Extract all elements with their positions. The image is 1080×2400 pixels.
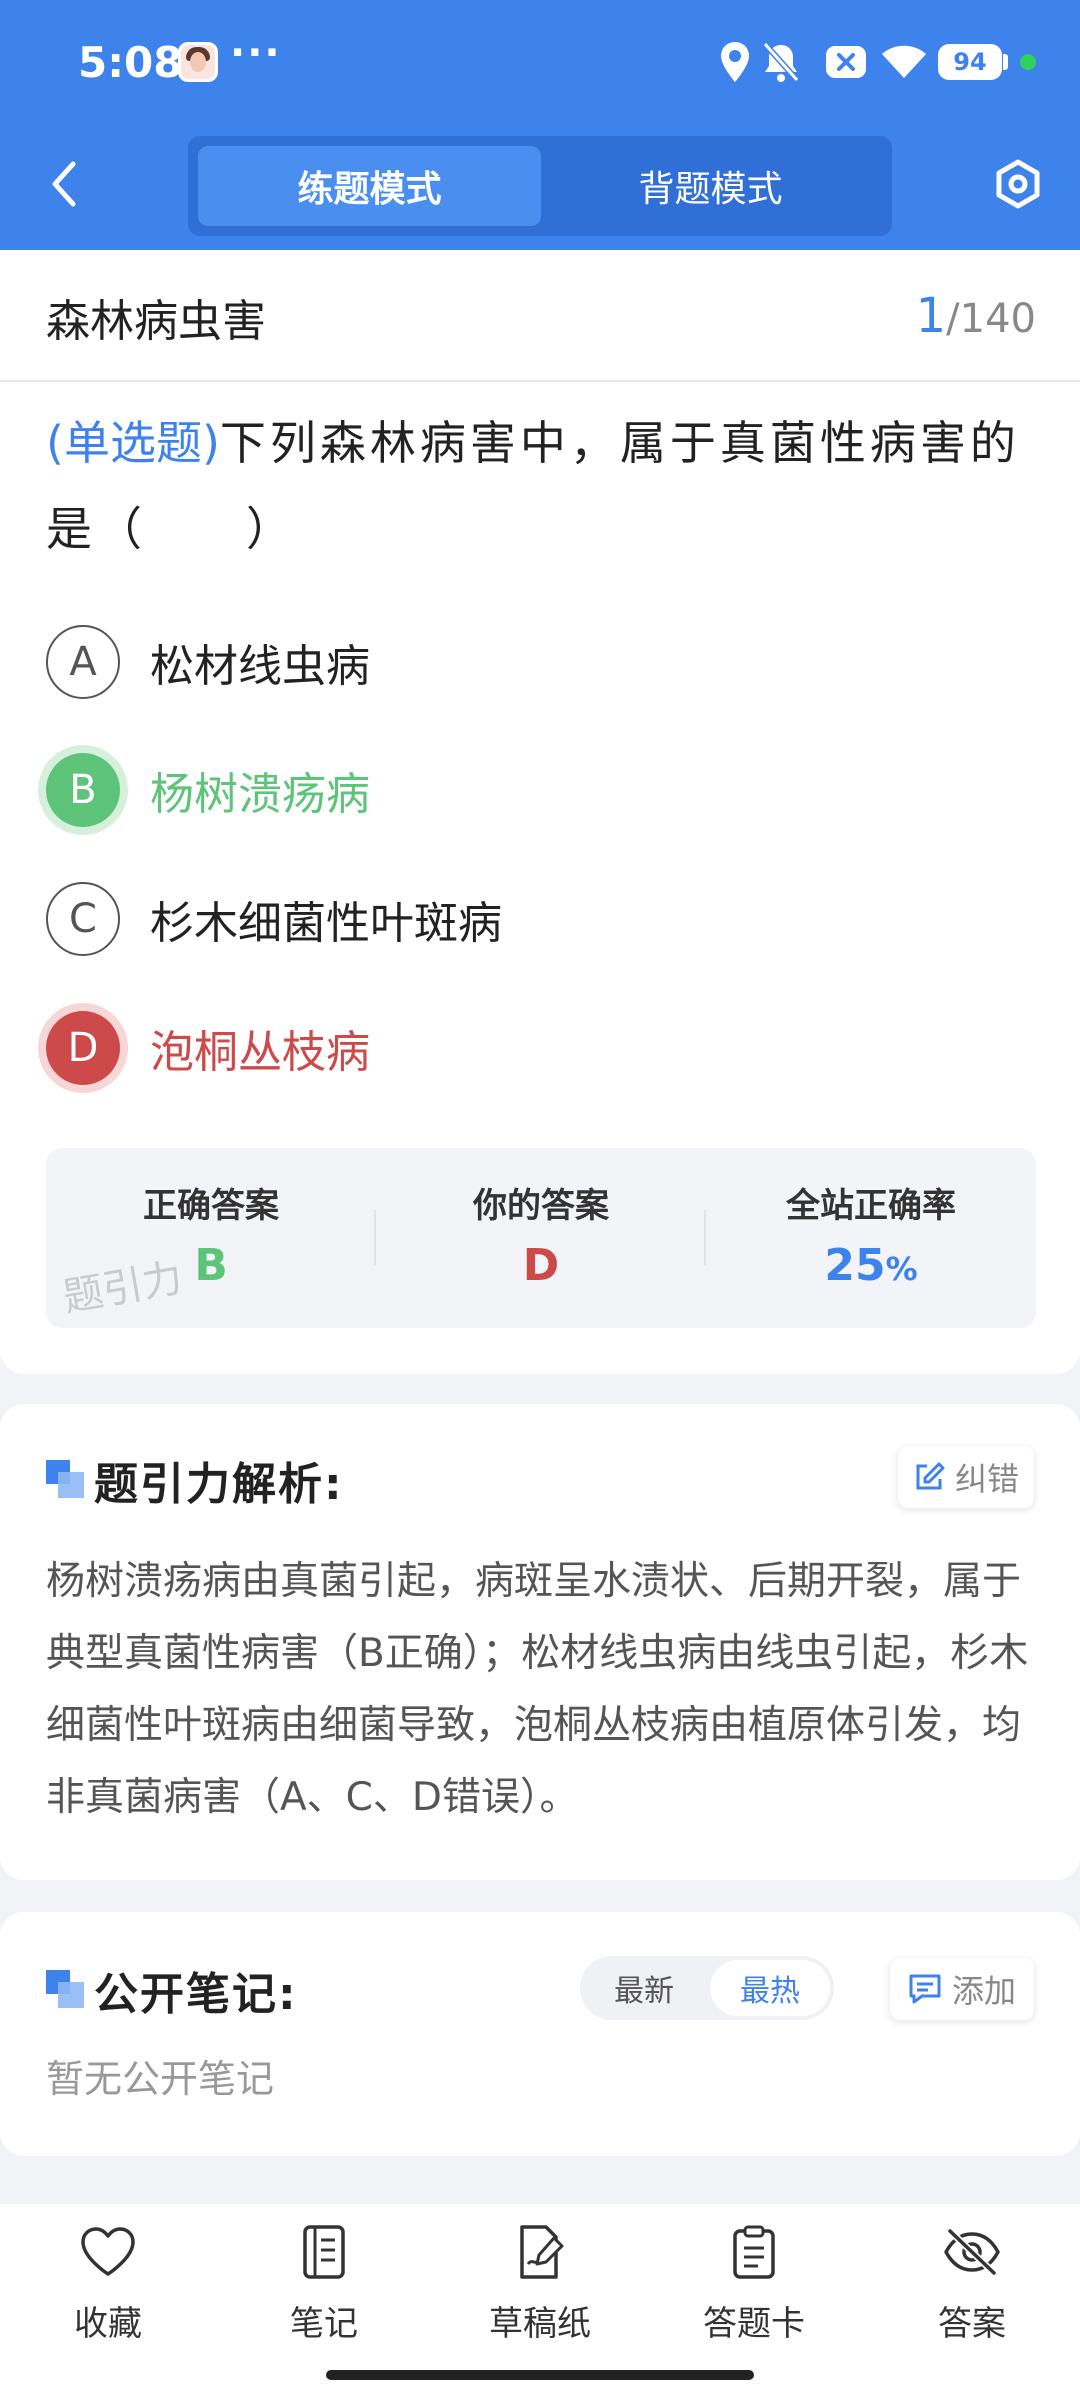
option-a[interactable]: A 松材线虫病 bbox=[42, 617, 370, 707]
progress-current: 1 bbox=[915, 288, 947, 344]
add-note-button[interactable]: 添加 bbox=[890, 1958, 1034, 2020]
sort-latest-button[interactable]: 最新 bbox=[584, 1960, 704, 2016]
question-type-tag: (单选题) bbox=[46, 416, 220, 470]
report-error-label: 纠错 bbox=[954, 1460, 1019, 1498]
nav-answer-card[interactable]: 答题卡 bbox=[674, 2220, 834, 2350]
your-answer-value: D bbox=[522, 1240, 560, 1291]
header-bar: 5:08 ··· 94 练题模式 背题模式 bbox=[0, 0, 1080, 250]
settings-button[interactable] bbox=[988, 152, 1048, 216]
sort-hot-button[interactable]: 最热 bbox=[710, 1960, 830, 2016]
option-letter: C bbox=[46, 882, 120, 956]
back-button[interactable] bbox=[36, 152, 92, 216]
accuracy-unit: % bbox=[885, 1250, 918, 1288]
eye-off-icon bbox=[892, 2220, 1052, 2284]
option-c[interactable]: C 杉木细菌性叶斑病 bbox=[42, 874, 502, 964]
analysis-text: 杨树溃疡病由真菌引起，病斑呈水渍状、后期开裂，属于典型真菌性病害（B正确）；松材… bbox=[46, 1559, 1029, 1820]
nav-draft-paper[interactable]: 草稿纸 bbox=[460, 2220, 620, 2350]
option-letter: A bbox=[46, 625, 120, 699]
tab-practice-mode[interactable]: 练题模式 bbox=[198, 146, 541, 226]
subject-title: 森林病虫害 bbox=[46, 296, 266, 347]
correct-answer-label: 正确答案 bbox=[143, 1186, 279, 1226]
answer-card-icon bbox=[674, 2220, 834, 2284]
option-letter: D bbox=[46, 1011, 120, 1085]
question-progress: 1/140 bbox=[916, 288, 1036, 344]
your-answer-label: 你的答案 bbox=[473, 1186, 609, 1226]
option-letter: B bbox=[46, 753, 120, 827]
status-time: 5:08 bbox=[78, 38, 183, 87]
answer-summary: 正确答案 B 你的答案 D 全站正确率 25% 题引力 bbox=[46, 1148, 1036, 1328]
option-b[interactable]: B 杨树溃疡病 bbox=[42, 745, 370, 835]
notebook-icon bbox=[244, 2220, 404, 2284]
accuracy-col: 全站正确率 25% bbox=[706, 1148, 1036, 1328]
section-squares-icon bbox=[46, 1460, 84, 1498]
divider bbox=[0, 380, 1080, 382]
notification-avatar-icon bbox=[178, 42, 218, 82]
nav-label: 笔记 bbox=[290, 2304, 358, 2344]
edit-icon bbox=[913, 1461, 945, 1493]
option-text: 松材线虫病 bbox=[150, 641, 370, 692]
progress-total: /140 bbox=[946, 296, 1036, 342]
nav-notes[interactable]: 笔记 bbox=[244, 2220, 404, 2350]
option-text: 泡桐丛枝病 bbox=[150, 1027, 370, 1078]
empty-notes-text: 暂无公开笔记 bbox=[46, 2057, 275, 2101]
report-error-button[interactable]: 纠错 bbox=[898, 1446, 1034, 1508]
battery-tip bbox=[1003, 54, 1008, 70]
close-box-icon bbox=[824, 38, 868, 86]
more-notifications-icon: ··· bbox=[230, 30, 282, 76]
nav-label: 草稿纸 bbox=[489, 2304, 591, 2344]
comment-icon bbox=[908, 1973, 942, 2005]
option-text: 杨树溃疡病 bbox=[150, 769, 370, 820]
nav-label: 收藏 bbox=[74, 2304, 142, 2344]
add-note-label: 添加 bbox=[951, 1972, 1016, 2010]
option-text: 杉木细菌性叶斑病 bbox=[150, 898, 502, 949]
notes-sort-toggle: 最新 最热 bbox=[580, 1956, 834, 2020]
wifi-icon bbox=[880, 38, 928, 86]
battery-indicator: 94 bbox=[938, 44, 1002, 80]
your-answer-col: 你的答案 D bbox=[376, 1148, 706, 1328]
draft-paper-icon bbox=[460, 2220, 620, 2284]
status-bar: 5:08 ··· 94 bbox=[0, 0, 1080, 125]
accuracy-label: 全站正确率 bbox=[786, 1186, 956, 1226]
mode-switch: 练题模式 背题模式 bbox=[188, 136, 892, 236]
nav-answer[interactable]: 答案 bbox=[892, 2220, 1052, 2350]
question-text: (单选题)下列森林病害中，属于真菌性病害的是（ ） bbox=[46, 400, 1042, 572]
privacy-dot-icon bbox=[1020, 54, 1036, 70]
accuracy-number: 25 bbox=[824, 1240, 886, 1291]
nav-label: 答题卡 bbox=[703, 2304, 805, 2344]
accuracy-value: 25% bbox=[706, 1240, 1036, 1291]
notes-title: 公开笔记: bbox=[94, 1969, 298, 2020]
home-indicator[interactable] bbox=[326, 2370, 754, 2380]
nav-favorite[interactable]: 收藏 bbox=[28, 2220, 188, 2350]
option-d[interactable]: D 泡桐丛枝病 bbox=[42, 1003, 370, 1093]
tab-recite-mode[interactable]: 背题模式 bbox=[539, 146, 882, 226]
analysis-title: 题引力解析: bbox=[94, 1459, 344, 1510]
section-squares-icon bbox=[46, 1970, 84, 2008]
heart-icon bbox=[28, 2220, 188, 2284]
hexagon-settings-icon bbox=[996, 159, 1040, 209]
bell-muted-icon bbox=[760, 38, 802, 86]
location-icon bbox=[718, 38, 752, 86]
nav-label: 答案 bbox=[938, 2304, 1006, 2344]
notes-card bbox=[0, 1912, 1080, 2156]
